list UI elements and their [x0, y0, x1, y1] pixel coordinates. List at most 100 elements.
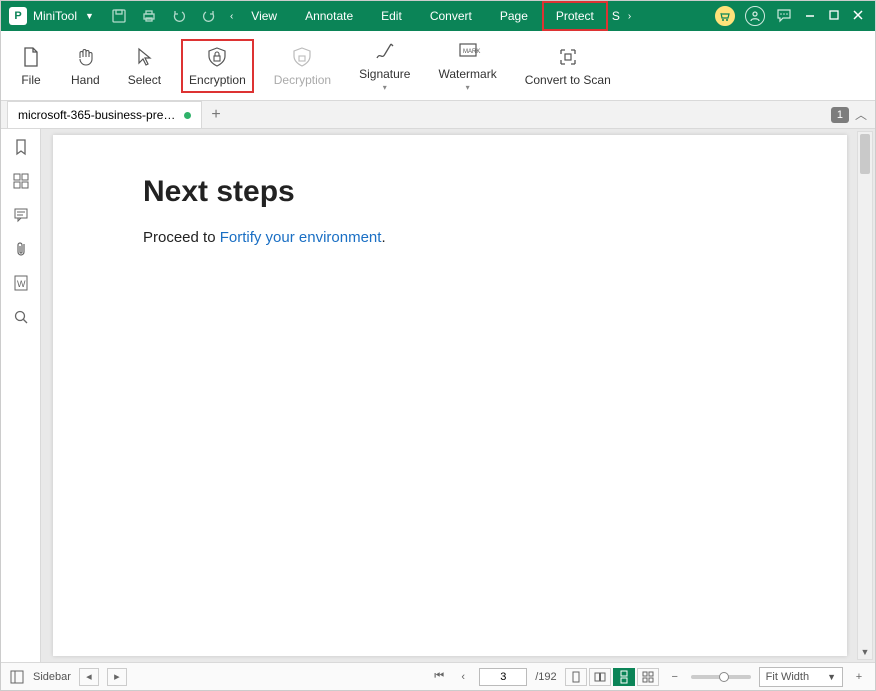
vertical-scrollbar[interactable]: ▲ ▼: [857, 131, 873, 660]
menu-edit[interactable]: Edit: [367, 1, 416, 31]
titlebar-right-controls: [705, 6, 875, 27]
quick-access-toolbar: [102, 5, 226, 27]
watermark-label: Watermark: [438, 67, 496, 81]
left-sidebar: W: [1, 129, 41, 662]
app-name: MiniTool: [33, 9, 77, 23]
document-viewport[interactable]: Next steps Proceed to Fortify your envir…: [41, 129, 875, 662]
comments-icon[interactable]: [11, 205, 31, 225]
fortify-link[interactable]: Fortify your environment: [220, 229, 382, 246]
attachments-icon[interactable]: [11, 239, 31, 259]
view-mode-buttons: [565, 668, 659, 686]
document-tab[interactable]: microsoft-365-business-premi...: [7, 101, 202, 128]
zoom-slider-knob[interactable]: [719, 672, 729, 682]
user-icon[interactable]: [745, 6, 765, 26]
hand-button[interactable]: Hand: [63, 41, 108, 91]
document-tab-title: microsoft-365-business-premi...: [18, 108, 178, 122]
menu-protect[interactable]: Protect: [542, 1, 608, 31]
undo-icon[interactable]: [168, 5, 190, 27]
sidebar-toggle-icon[interactable]: [9, 669, 25, 685]
menu-annotate[interactable]: Annotate: [291, 1, 367, 31]
signature-button[interactable]: Signature ▾: [351, 35, 418, 96]
close-button[interactable]: [851, 8, 865, 25]
select-button[interactable]: Select: [120, 41, 169, 91]
menu-share-truncated[interactable]: S: [608, 1, 624, 31]
zoom-fit-label: Fit Width: [766, 671, 809, 683]
decryption-label: Decryption: [274, 73, 331, 87]
menubar-overflow-right-icon[interactable]: ›: [624, 11, 635, 22]
workarea: W Next steps Proceed to Fortify your env…: [1, 129, 875, 662]
menubar-overflow-left-icon[interactable]: ‹: [226, 11, 237, 22]
signature-label: Signature: [359, 67, 410, 81]
collapse-ribbon-icon[interactable]: ︿: [855, 106, 867, 123]
menu-convert[interactable]: Convert: [416, 1, 486, 31]
zoom-slider[interactable]: [691, 675, 751, 679]
convert-to-scan-button[interactable]: Convert to Scan: [517, 41, 619, 91]
scroll-thumb[interactable]: [860, 134, 870, 174]
redo-icon[interactable]: [198, 5, 220, 27]
statusbar: Sidebar ◂ ▸ ⏮ ‹ /192 − Fit Width ▼ +: [1, 662, 875, 690]
cursor-icon: [132, 45, 156, 69]
single-page-view-button[interactable]: [565, 668, 587, 686]
scroll-down-icon[interactable]: ▼: [858, 645, 872, 659]
watermark-button[interactable]: MARK Watermark ▾: [430, 35, 504, 96]
next-section-icon[interactable]: ▸: [107, 668, 127, 686]
facing-view-button[interactable]: [589, 668, 611, 686]
print-icon[interactable]: [138, 5, 160, 27]
paragraph-suffix: .: [381, 229, 385, 246]
sidebar-label: Sidebar: [33, 671, 71, 683]
shield-lock-icon: [205, 45, 229, 69]
page: Next steps Proceed to Fortify your envir…: [53, 135, 847, 656]
continuous-view-button[interactable]: [613, 668, 635, 686]
menu-view[interactable]: View: [237, 1, 291, 31]
ribbon: File Hand Select Encryption Decryption S…: [1, 31, 875, 101]
menus: View Annotate Edit Convert Page Protect …: [237, 1, 624, 31]
search-icon[interactable]: [11, 307, 31, 327]
prev-page-icon[interactable]: ‹: [455, 669, 471, 685]
chat-icon[interactable]: [775, 6, 793, 27]
first-page-icon[interactable]: ⏮: [431, 669, 447, 685]
new-tab-button[interactable]: +: [202, 101, 230, 128]
svg-text:MARK: MARK: [463, 49, 480, 55]
select-label: Select: [128, 73, 161, 87]
hand-label: Hand: [71, 73, 100, 87]
file-label: File: [21, 73, 40, 87]
paragraph-prefix: Proceed to: [143, 229, 220, 246]
prev-section-icon[interactable]: ◂: [79, 668, 99, 686]
app-brand[interactable]: P MiniTool ▼: [1, 7, 102, 25]
scan-icon: [556, 45, 580, 69]
signature-dropdown-icon: ▾: [383, 83, 387, 92]
signature-icon: [373, 39, 397, 63]
page-number-input[interactable]: [479, 668, 527, 686]
encryption-button[interactable]: Encryption: [181, 39, 254, 93]
svg-text:W: W: [17, 279, 26, 289]
file-icon: [19, 45, 43, 69]
menu-page[interactable]: Page: [486, 1, 542, 31]
zoom-in-button[interactable]: +: [851, 669, 867, 685]
continuous-facing-view-button[interactable]: [637, 668, 659, 686]
word-export-icon[interactable]: W: [11, 273, 31, 293]
maximize-button[interactable]: [827, 8, 841, 25]
tab-count-badge[interactable]: 1: [831, 107, 849, 123]
app-menu-caret-icon: ▼: [85, 11, 94, 21]
zoom-out-button[interactable]: −: [667, 669, 683, 685]
zoom-fit-caret-icon: ▼: [827, 672, 836, 682]
convert-to-scan-label: Convert to Scan: [525, 73, 611, 87]
app-logo-icon: P: [9, 7, 27, 25]
total-pages: /192: [535, 671, 556, 683]
file-button[interactable]: File: [11, 41, 51, 91]
thumbnails-icon[interactable]: [11, 171, 31, 191]
minimize-button[interactable]: [803, 8, 817, 25]
zoom-fit-select[interactable]: Fit Width ▼: [759, 667, 843, 687]
hand-icon: [73, 45, 97, 69]
page-paragraph: Proceed to Fortify your environment.: [143, 229, 757, 246]
page-heading: Next steps: [143, 175, 757, 209]
shield-unlock-icon: [290, 45, 314, 69]
menubar: P MiniTool ▼ ‹ View Annotate Edit Conver…: [1, 1, 875, 31]
cart-icon[interactable]: [715, 6, 735, 26]
encryption-label: Encryption: [189, 73, 246, 87]
decryption-button[interactable]: Decryption: [266, 41, 339, 91]
tabstrip: microsoft-365-business-premi... + 1 ︿: [1, 101, 875, 129]
save-icon[interactable]: [108, 5, 130, 27]
watermark-dropdown-icon: ▾: [466, 83, 470, 92]
bookmark-icon[interactable]: [11, 137, 31, 157]
